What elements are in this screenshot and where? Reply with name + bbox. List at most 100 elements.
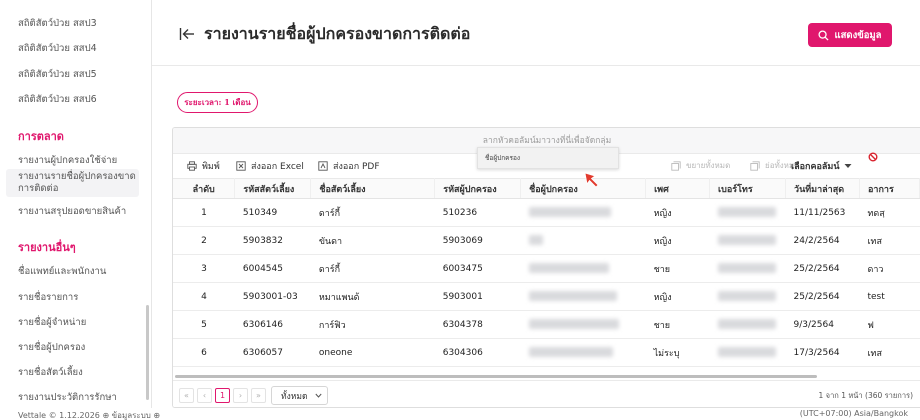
column-header-phone[interactable]: เบอร์โทร <box>709 178 787 199</box>
data-table: ลำดับ รหัสสัตว์เลี้ยง ชื่อสัตว์เลี้ยง รห… <box>173 178 920 367</box>
show-data-button[interactable]: แสดงข้อมูล <box>808 23 892 47</box>
table-row[interactable]: 5 6306146 การ์ฟิว 6304378 ชาย 9/3/2564 ฟ <box>173 310 920 339</box>
pdf-file-icon <box>318 161 328 171</box>
sidebar: สถิติสัตว์ป่วย สสป3 สถิติสัตว์ป่วย สสป4 … <box>0 0 152 408</box>
choose-columns-label: เลือกคอลัมน์ <box>791 162 840 172</box>
sidebar-item-owners[interactable]: รายชื่อผู้ปกครอง <box>18 340 85 355</box>
sidebar-item-doctors-staff[interactable]: ชื่อแพทย์และพนักงาน <box>18 264 106 279</box>
sidebar-scrollbar[interactable] <box>146 305 149 400</box>
cell-pet-name: การ์ฟิว <box>310 310 435 339</box>
cell-pet-code: 5903001-03 <box>234 282 311 311</box>
cell-no: 1 <box>173 198 235 227</box>
cell-last-visit: 9/3/2564 <box>785 310 860 339</box>
export-pdf-button[interactable]: ส่งออก PDF <box>318 159 380 173</box>
cell-symptom: เทส <box>859 338 920 367</box>
sidebar-item-items-list[interactable]: รายชื่อรายการ <box>18 290 78 305</box>
cell-sex: ไม่ระบุ <box>645 338 710 367</box>
column-header-symptom[interactable]: อาการ <box>859 178 920 199</box>
collapse-back-icon[interactable] <box>179 27 195 41</box>
column-header-owner-code[interactable]: รหัสผู้ปกครอง <box>434 178 522 199</box>
page-title: รายงานรายชื่อผู้ปกครองขาดการติดต่อ <box>204 24 471 43</box>
cell-sex: ชาย <box>645 310 710 339</box>
cell-last-visit: 24/2/2564 <box>785 226 860 255</box>
cell-pet-code: 510349 <box>234 198 311 227</box>
sidebar-section-other: รายงานอื่นๆ <box>18 241 76 254</box>
print-label: พิมพ์ <box>202 162 220 172</box>
page-number-button[interactable]: 1 <box>215 388 230 403</box>
cell-no: 3 <box>173 254 235 283</box>
page-size-select[interactable]: ทั้งหมด <box>271 386 328 405</box>
cell-owner-code: 6003475 <box>434 254 521 283</box>
sidebar-item-lost-contact[interactable]: รายงานรายชื่อผู้ปกครองขาดการติดต่อ <box>6 169 139 197</box>
cell-phone-redacted <box>709 282 786 311</box>
cell-pet-code: 5903832 <box>234 226 311 255</box>
export-pdf-label: ส่งออก PDF <box>333 162 380 172</box>
cell-owner-name-redacted <box>520 198 646 227</box>
cell-owner-code: 510236 <box>434 198 521 227</box>
table-row[interactable]: 6 6306057 oneone 6304306 ไม่ระบุ 17/3/25… <box>173 338 920 367</box>
cell-phone-redacted <box>709 198 786 227</box>
export-excel-button[interactable]: ส่งออก Excel <box>236 159 304 173</box>
sidebar-item-stat4[interactable]: สถิติสัตว์ป่วย สสป4 <box>18 41 97 56</box>
cell-phone-redacted <box>709 310 786 339</box>
sidebar-item-suppliers[interactable]: รายชื่อผู้จำหน่าย <box>18 315 86 330</box>
table-header-row: ลำดับ รหัสสัตว์เลี้ยง ชื่อสัตว์เลี้ยง รห… <box>173 178 920 199</box>
cell-symptom: เทส <box>859 226 920 255</box>
table-row[interactable]: 3 6004545 ดาร์กี้ 6003475 ชาย 25/2/2564 … <box>173 254 920 283</box>
table-row[interactable]: 1 510349 ดาร์กี้ 510236 หญิง 11/11/2563 … <box>173 198 920 227</box>
column-header-pet-code[interactable]: รหัสสัตว์เลี้ยง <box>234 178 312 199</box>
report-grid: ลากหัวคอลัมน์มาวางที่นี่เพื่อจัดกลุ่ม ชื… <box>172 127 920 408</box>
column-header-last-visit[interactable]: วันที่มาล่าสุด <box>785 178 860 199</box>
cell-symptom: ฟ <box>859 310 920 339</box>
horizontal-scrollbar[interactable] <box>175 374 920 379</box>
choose-columns-button[interactable]: เลือกคอลัมน์ <box>791 159 852 173</box>
cell-last-visit: 11/11/2563 <box>785 198 860 227</box>
table-row[interactable]: 2 5903832 ขันดา 5903069 หญิง 24/2/2564 เ… <box>173 226 920 255</box>
cell-pet-name: ขันดา <box>310 226 435 255</box>
collapse-icon <box>750 160 760 171</box>
cell-owner-name-redacted <box>520 338 646 367</box>
sidebar-item-pets[interactable]: รายชื่อสัตว์เลี้ยง <box>18 365 83 380</box>
export-excel-label: ส่งออก Excel <box>251 162 304 172</box>
footer: Vettale © 1.12.2026 ⊕ ข้อมูลระบบ ⊕ (UTC+… <box>0 408 920 420</box>
cell-sex: หญิง <box>645 198 710 227</box>
cell-pet-name: ดาร์กี้ <box>310 254 435 283</box>
cell-symptom: test <box>859 282 920 311</box>
sidebar-item-stat5[interactable]: สถิติสัตว์ป่วย สสป5 <box>18 67 97 82</box>
column-header-pet-name[interactable]: ชื่อสัตว์เลี้ยง <box>310 178 436 199</box>
excel-file-icon <box>236 161 246 171</box>
next-page-button[interactable]: › <box>233 388 248 403</box>
cell-last-visit: 25/2/2564 <box>785 254 860 283</box>
horizontal-scrollbar-thumb[interactable] <box>175 375 817 378</box>
search-icon <box>818 29 830 41</box>
first-page-button[interactable]: « <box>179 388 194 403</box>
cell-phone-redacted <box>709 338 786 367</box>
sidebar-item-treatment-history[interactable]: รายงานประวัติการรักษา <box>18 390 117 405</box>
print-button[interactable]: พิมพ์ <box>187 159 220 173</box>
last-page-button[interactable]: » <box>251 388 266 403</box>
expand-all-button[interactable]: ขยายทั้งหมด <box>671 159 730 172</box>
table-row[interactable]: 4 5903001-03 หมาแพนด้ 5903001 หญิง 25/2/… <box>173 282 920 311</box>
cell-symptom: ดาว <box>859 254 920 283</box>
cell-owner-name-redacted <box>520 282 646 311</box>
app: สถิติสัตว์ป่วย สสป3 สถิติสัตว์ป่วย สสป4 … <box>0 0 920 420</box>
cell-pet-name: oneone <box>310 338 435 367</box>
cell-pet-code: 6306057 <box>234 338 311 367</box>
sidebar-item-sales-summary[interactable]: รายงานสรุปยอดขายสินค้า <box>18 204 126 219</box>
sidebar-section-marketing: การตลาด <box>18 130 64 143</box>
column-header-sex[interactable]: เพศ <box>645 178 711 199</box>
pager: « ‹ 1 › » ทั้งหมด 1 จาก 1 หน้า (360 รายก… <box>173 380 920 407</box>
cell-owner-code: 6304306 <box>434 338 521 367</box>
footer-left: Vettale © 1.12.2026 ⊕ ข้อมูลระบบ ⊕ <box>18 411 161 420</box>
prev-page-button[interactable]: ‹ <box>197 388 212 403</box>
sidebar-item-stat6[interactable]: สถิติสัตว์ป่วย สสป6 <box>18 92 97 107</box>
cell-owner-name-redacted <box>520 226 646 255</box>
sidebar-item-owner-spending[interactable]: รายงานผู้ปกครองใช้จ่าย <box>18 153 117 168</box>
period-badge[interactable]: ระยะเวลา: 1 เดือน <box>177 92 258 113</box>
cell-owner-name-redacted <box>520 310 646 339</box>
cell-pet-code: 6004545 <box>234 254 311 283</box>
column-header-no[interactable]: ลำดับ <box>173 178 236 199</box>
dragged-column-chip[interactable]: ชื่อผู้ปกครอง <box>477 147 878 169</box>
sidebar-item-stat3[interactable]: สถิติสัตว์ป่วย สสป3 <box>18 16 97 31</box>
cell-owner-code: 5903001 <box>434 282 521 311</box>
